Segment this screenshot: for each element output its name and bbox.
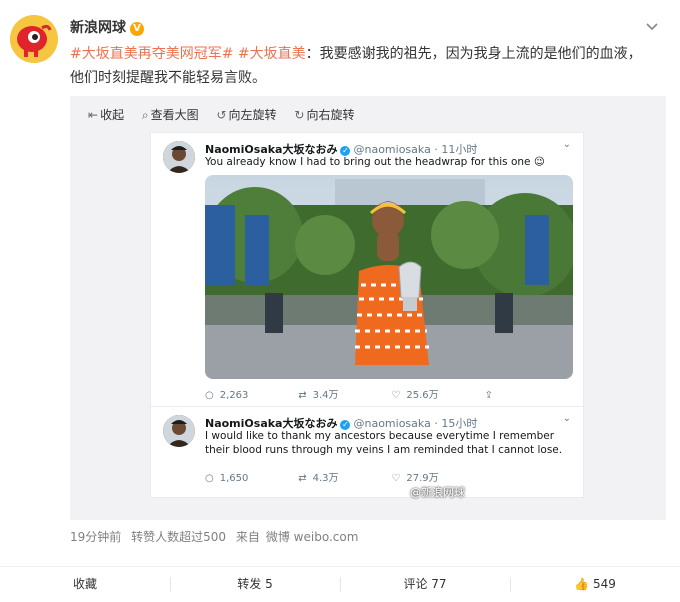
tweet-chevron-icon: ⌄	[562, 139, 571, 150]
like-value: 25.6万	[406, 390, 439, 401]
action-bar: 收藏 转发 5 评论 77 👍 549	[0, 567, 680, 602]
tweet-card-2: NaomiOsaka大坂なおみ ✓ @naomiosaka · 15小时 ⌄ I w…	[151, 407, 583, 499]
reply-icon: ○	[205, 390, 214, 401]
post-time[interactable]: 19分钟前	[70, 530, 121, 544]
verified-icon: V	[130, 22, 144, 36]
tweet-text-2: I would like to thank my ancestors becau…	[205, 430, 563, 456]
view-large-button[interactable]: ⌕ 查看大图	[142, 106, 199, 123]
like-value-2: 27.9万	[406, 473, 439, 484]
retweet-count: ⇄ 3.4万	[298, 386, 388, 401]
reply-count-2: ○ 1,650	[205, 473, 295, 484]
like-label: 549	[592, 577, 616, 591]
favorite-label: 收藏	[72, 577, 97, 591]
hashtag-link[interactable]: #大坂直美再夺美网冠军#	[70, 46, 233, 62]
reply-value: 2,263	[219, 390, 249, 401]
collapse-label: 收起	[100, 108, 125, 122]
like-count: ♡ 25.6万	[391, 386, 481, 401]
tweet-avatar-2	[163, 415, 195, 447]
tweet-card: NaomiOsaka大坂なおみ ✓ @naomiosaka · 11小时 ⌄ You…	[151, 133, 583, 407]
reply-value-2: 1,650	[219, 473, 249, 484]
media-toolbar: ⇤ 收起 ⌕ 查看大图 ↺ 向左旋转 ↻ 向右旋转	[88, 106, 368, 123]
source-prefix: 来自	[235, 530, 260, 544]
author-name-text[interactable]: 新浪网球	[70, 20, 126, 36]
search-icon: ⌕	[141, 108, 149, 122]
portrait-icon	[163, 141, 195, 173]
repost-info: 转赞人数超过500	[131, 530, 227, 544]
collapse-icon: ⇤	[88, 108, 99, 122]
post-source[interactable]: 微博 weibo.com	[266, 530, 359, 544]
author-name[interactable]: 新浪网球 V	[70, 17, 144, 37]
tweet-text: You already know I had to bring out the …	[205, 156, 545, 168]
like-button[interactable]: 👍 549	[510, 567, 680, 602]
chevron-down-icon[interactable]	[644, 18, 660, 34]
rotate-left-label: 向左旋转	[228, 108, 277, 122]
photo-trophy-icon	[205, 175, 573, 379]
retweet-icon: ⇄	[298, 390, 307, 401]
rotate-right-label: 向右旋转	[306, 108, 355, 122]
weibo-mascot-icon	[10, 15, 58, 63]
reply-icon-2: ○	[205, 473, 214, 484]
author-avatar[interactable]	[10, 15, 58, 63]
thumbs-up-icon: 👍	[574, 577, 590, 591]
comment-label: 评论 77	[403, 577, 447, 591]
share-icon: ⇪	[484, 390, 493, 401]
image-watermark: @新浪网球	[410, 486, 465, 499]
tweet-screenshot-image[interactable]: NaomiOsaka大坂なおみ ✓ @naomiosaka · 11小时 ⌄ You…	[150, 132, 584, 498]
portrait-icon-2	[163, 415, 195, 447]
repost-button[interactable]: 转发 5	[170, 567, 340, 602]
retweet-count-2: ⇄ 4.3万	[298, 469, 388, 484]
heart-icon: ♡	[391, 390, 401, 401]
hashtag-link-2[interactable]: #大坂直美	[238, 46, 306, 62]
tweet-chevron-icon-2: ⌄	[562, 413, 571, 424]
post-meta: 19分钟前 转赞人数超过500 来自 微博 weibo.com	[70, 528, 364, 545]
retweet-value-2: 4.3万	[312, 473, 339, 484]
favorite-button[interactable]: 收藏	[0, 567, 170, 602]
tweet-avatar	[163, 141, 195, 173]
repost-label: 转发 5	[237, 577, 273, 591]
tweet-actions: ○ 2,263 ⇄ 3.4万 ♡ 25.6万 ⇪	[205, 386, 575, 401]
rotate-left-button[interactable]: ↺ 向左旋转	[216, 106, 276, 123]
rotate-right-icon: ↻	[294, 108, 305, 122]
reply-count: ○ 2,263	[205, 390, 295, 401]
rotate-left-icon: ↺	[216, 108, 227, 122]
tweet-actions-2: ○ 1,650 ⇄ 4.3万 ♡ 27.9万	[205, 469, 481, 484]
tweet-photo	[205, 175, 573, 379]
collapse-button[interactable]: ⇤ 收起	[88, 106, 124, 123]
heart-icon-2: ♡	[391, 473, 401, 484]
rotate-right-button[interactable]: ↻ 向右旋转	[294, 106, 354, 123]
post-text: #大坂直美再夺美网冠军# #大坂直美：我要感谢我的祖先，因为我身上流的是他们的血…	[70, 42, 650, 90]
view-large-label: 查看大图	[150, 108, 199, 122]
comment-button[interactable]: 评论 77	[340, 567, 510, 602]
retweet-value: 3.4万	[312, 390, 339, 401]
retweet-icon-2: ⇄	[298, 473, 307, 484]
media-viewer: ⇤ 收起 ⌕ 查看大图 ↺ 向左旋转 ↻ 向右旋转 NaomiOsaka大坂なおみ ✓ @n…	[70, 96, 666, 520]
like-count-2: ♡ 27.9万	[391, 469, 481, 484]
